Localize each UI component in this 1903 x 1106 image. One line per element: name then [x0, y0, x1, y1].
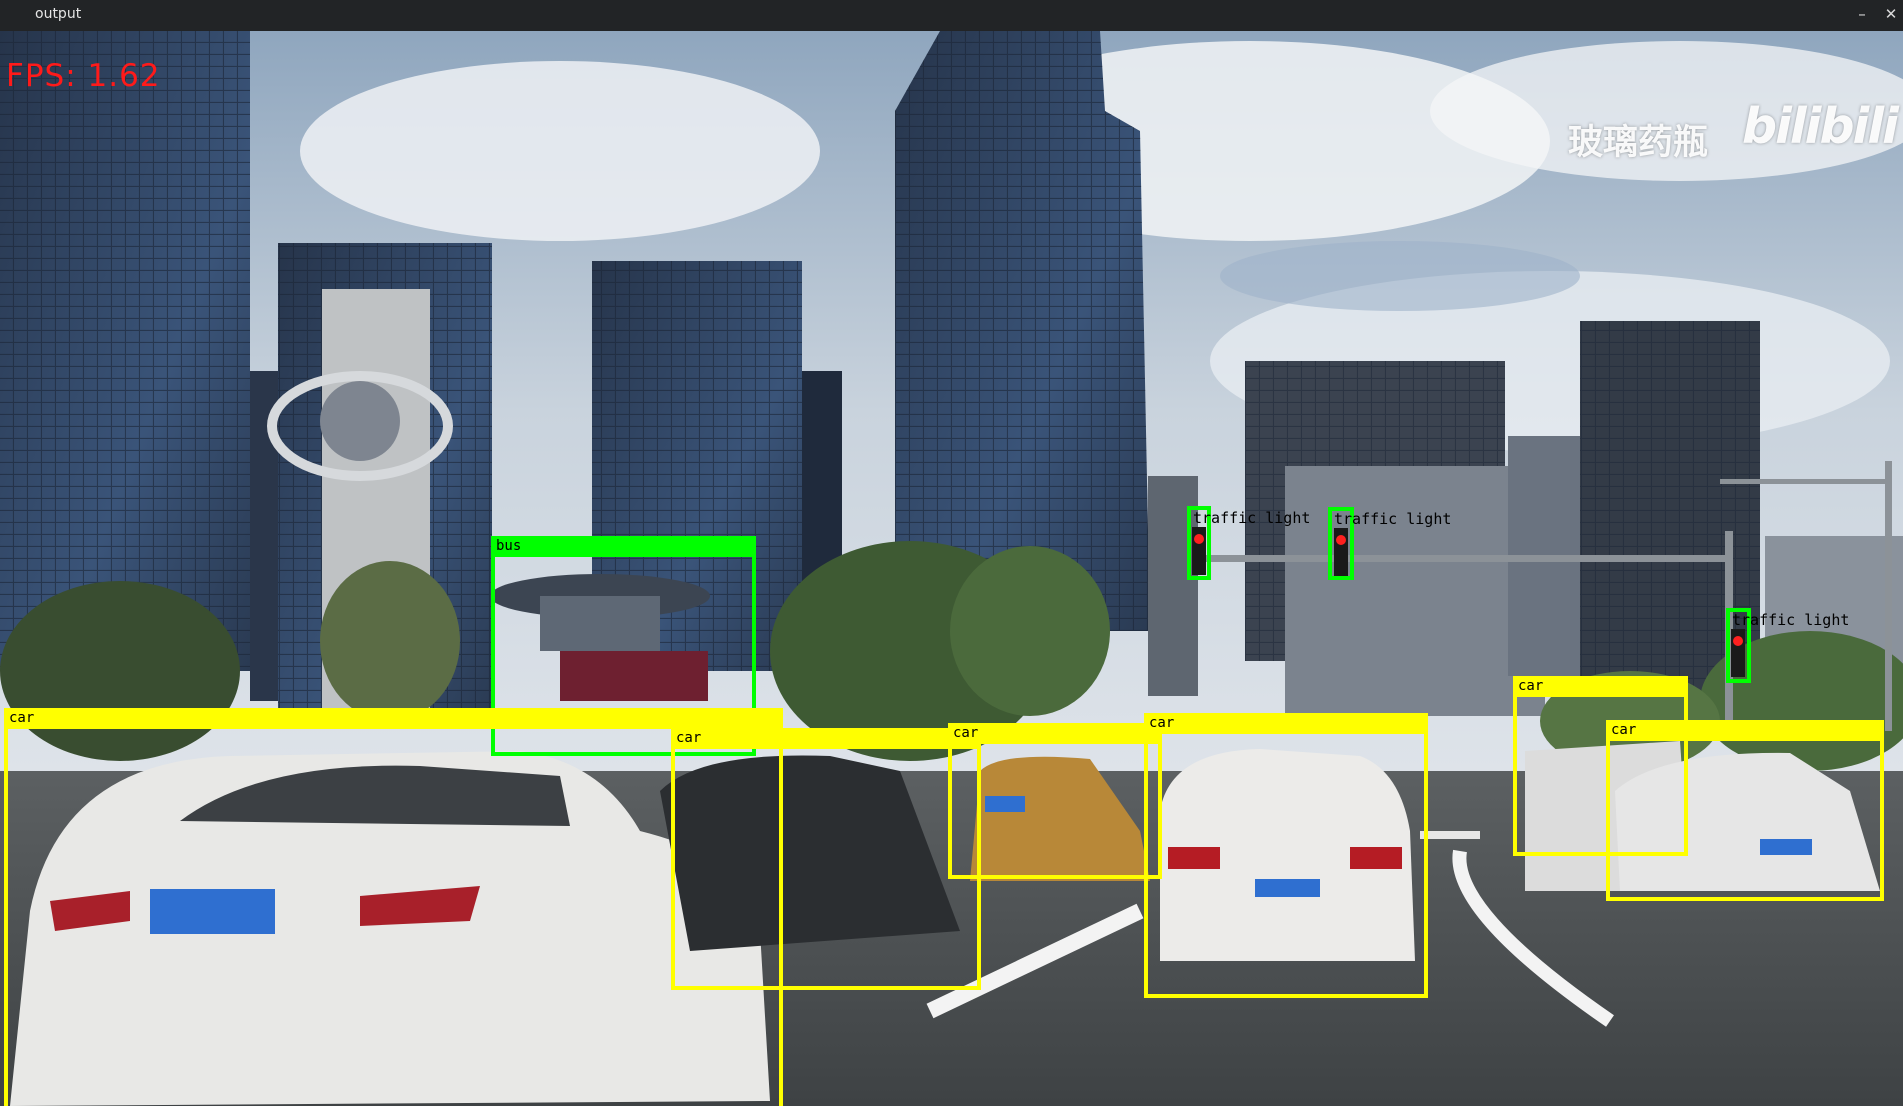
traffic-light-lamps: [1192, 527, 1745, 677]
window-title: output: [35, 6, 82, 22]
video-frame: FPS: 1.62 玻璃药瓶 bilibili bus car car car …: [0, 31, 1903, 1106]
minimize-button[interactable]: –: [1851, 3, 1873, 25]
close-button[interactable]: ✕: [1880, 3, 1902, 25]
window-titlebar: output – ✕: [0, 0, 1903, 31]
